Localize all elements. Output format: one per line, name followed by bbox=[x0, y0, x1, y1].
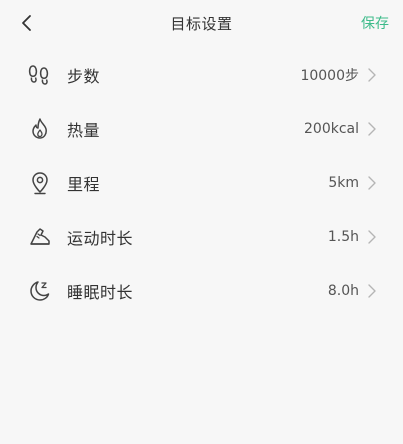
goal-row-exercise-time[interactable]: 运动时长 1.5h bbox=[0, 210, 403, 264]
location-pin-icon bbox=[27, 170, 53, 196]
goal-label: 里程 bbox=[67, 175, 101, 194]
chevron-left-icon bbox=[22, 15, 31, 31]
goal-value: 10000步 bbox=[300, 68, 359, 84]
goal-label: 热量 bbox=[67, 121, 101, 140]
chevron-right-icon bbox=[367, 68, 377, 82]
back-button[interactable] bbox=[14, 10, 40, 36]
goal-row-calories[interactable]: 热量 200kcal bbox=[0, 102, 403, 156]
goal-value: 200kcal bbox=[304, 121, 359, 137]
moon-sleep-icon bbox=[27, 278, 53, 304]
chevron-right-icon bbox=[367, 284, 377, 298]
goal-label: 步数 bbox=[67, 67, 101, 86]
goal-value: 1.5h bbox=[327, 229, 359, 245]
footprints-icon bbox=[27, 62, 53, 88]
flame-icon bbox=[27, 116, 53, 142]
goal-row-steps[interactable]: 步数 10000步 bbox=[0, 48, 403, 102]
chevron-right-icon bbox=[367, 122, 377, 136]
sneaker-icon bbox=[27, 224, 53, 250]
goal-list: 步数 10000步 热量 200kcal 里程 5km 运动时长 1.5h 睡眠… bbox=[0, 48, 403, 318]
goal-label: 睡眠时长 bbox=[67, 283, 134, 302]
goal-label: 运动时长 bbox=[67, 229, 134, 248]
header-bar: 目标设置 保存 bbox=[0, 0, 403, 46]
chevron-right-icon bbox=[367, 176, 377, 190]
goal-value: 5km bbox=[328, 175, 359, 191]
save-button[interactable]: 保存 bbox=[361, 13, 389, 33]
goal-row-distance[interactable]: 里程 5km bbox=[0, 156, 403, 210]
goal-row-sleep-time[interactable]: 睡眠时长 8.0h bbox=[0, 264, 403, 318]
page-title: 目标设置 bbox=[170, 14, 233, 33]
chevron-right-icon bbox=[367, 230, 377, 244]
goal-value: 8.0h bbox=[327, 283, 359, 299]
